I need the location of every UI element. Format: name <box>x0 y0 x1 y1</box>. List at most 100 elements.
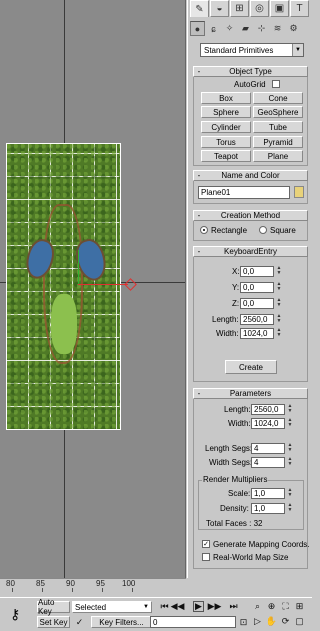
sphere-button[interactable]: Sphere <box>201 106 251 118</box>
rectangle-label: Rectangle <box>211 226 248 235</box>
arc-rotate-icon[interactable]: ⟳ <box>280 616 291 627</box>
render-multipliers-label: Render Multipliers <box>202 475 269 484</box>
teapot-button[interactable]: Teapot <box>201 150 251 162</box>
length-segs-label: Length Segs: <box>205 444 253 453</box>
set-key-button[interactable]: Set Key <box>37 616 70 628</box>
gizmo-y-axis[interactable] <box>78 250 79 284</box>
zoom-extents-icon[interactable]: ⛶ <box>280 601 291 612</box>
cone-button[interactable]: Cone <box>253 92 303 104</box>
shapes-icon[interactable]: ɕ <box>206 21 221 36</box>
zoom-icon[interactable]: ⌕ <box>252 601 263 612</box>
auto-key-button[interactable]: Auto Key <box>37 598 70 616</box>
next-frame-icon[interactable]: ▶▶ <box>208 601 222 612</box>
helpers-icon[interactable]: ⊹ <box>254 21 269 36</box>
display-tab-icon[interactable]: ▣ <box>270 0 289 17</box>
category-value: Standard Primitives <box>204 45 274 55</box>
width-segs-input[interactable]: 4 <box>251 457 285 468</box>
time-config-icon[interactable]: ⊡ <box>238 617 249 628</box>
density-input[interactable]: 1,0 <box>251 503 285 514</box>
keyboard-entry-rollout-header[interactable]: - KeyboardEntry <box>193 246 308 257</box>
ke-width-input[interactable]: 1024,0 <box>240 328 274 339</box>
zoom-extents-all-icon[interactable]: ⊞ <box>294 601 305 612</box>
field-of-view-icon[interactable]: ▷ <box>252 616 263 627</box>
previous-frame-icon[interactable]: ◀◀ <box>171 601 185 612</box>
geometry-icon[interactable]: ● <box>190 21 205 36</box>
pan-hand-icon[interactable]: ✋ <box>266 616 277 627</box>
x-input[interactable]: 0,0 <box>240 266 274 277</box>
cameras-icon[interactable]: ▰ <box>238 21 253 36</box>
plane-button[interactable]: Plane <box>253 150 303 162</box>
geosphere-button[interactable]: GeoSphere <box>253 106 303 118</box>
object-name-input[interactable]: Plane01 <box>198 186 290 199</box>
pyramid-button[interactable]: Pyramid <box>253 136 303 148</box>
length-segs-input[interactable]: 4 <box>251 443 285 454</box>
z-spinner-icon[interactable]: ▲ ▼ <box>276 298 282 309</box>
collapse-icon: - <box>197 389 201 398</box>
y-input[interactable]: 0,0 <box>240 282 274 293</box>
utilities-tab-icon[interactable]: T <box>290 0 309 17</box>
scale-input[interactable]: 1,0 <box>251 488 285 499</box>
gizmo-handle[interactable] <box>124 278 137 291</box>
key-icon[interactable]: ⚷ <box>10 606 20 623</box>
ke-length-label: Length: <box>212 315 239 324</box>
object-type-rollout-header[interactable]: - Object Type <box>193 66 308 77</box>
width-segs-spinner-icon[interactable]: ▲ ▼ <box>287 457 293 468</box>
space-warps-icon[interactable]: ≋ <box>270 21 285 36</box>
ke-length-input[interactable]: 2560,0 <box>240 314 274 325</box>
plane-object[interactable] <box>6 143 121 430</box>
perspective-viewport[interactable] <box>0 0 186 578</box>
chevron-down-icon[interactable]: ▼ <box>292 44 303 56</box>
go-to-end-icon[interactable]: ⏭ <box>228 601 239 612</box>
density-spinner-icon[interactable]: ▲ ▼ <box>287 503 293 514</box>
box-button[interactable]: Box <box>201 92 251 104</box>
name-color-rollout-header[interactable]: - Name and Color <box>193 170 308 181</box>
gizmo-x-axis[interactable] <box>78 284 128 285</box>
lights-icon[interactable]: ✧ <box>222 21 237 36</box>
x-spinner-icon[interactable]: ▲ ▼ <box>276 266 282 277</box>
generate-mapping-checkbox[interactable]: ✓ <box>202 540 210 548</box>
systems-icon[interactable]: ⚙ <box>286 21 301 36</box>
current-frame-input[interactable]: 0 <box>150 616 236 628</box>
creation-method-group: Rectangle Square <box>193 221 308 241</box>
torus-button[interactable]: Torus <box>201 136 251 148</box>
tube-button[interactable]: Tube <box>253 121 303 133</box>
parameters-rollout-header[interactable]: - Parameters <box>193 388 308 399</box>
key-filters-button[interactable]: Key Filters... <box>91 616 152 628</box>
category-dropdown[interactable]: Standard Primitives ▼ <box>200 43 304 57</box>
creation-method-rollout-header[interactable]: - Creation Method <box>193 210 308 221</box>
cylinder-button[interactable]: Cylinder <box>201 121 251 133</box>
width-spinner-icon[interactable]: ▲ ▼ <box>287 418 293 429</box>
zoom-all-icon[interactable]: ⊕ <box>266 601 277 612</box>
y-spinner-icon[interactable]: ▲ ▼ <box>276 282 282 293</box>
go-to-start-icon[interactable]: ⏮ <box>159 601 170 612</box>
selection-set-value: Selected <box>75 602 107 612</box>
scale-spinner-icon[interactable]: ▲ ▼ <box>287 488 293 499</box>
real-world-checkbox[interactable] <box>202 553 210 561</box>
autogrid-checkbox[interactable] <box>272 80 280 88</box>
key-tangents-icon[interactable]: ✓ <box>74 617 85 628</box>
width-input[interactable]: 1024,0 <box>251 418 285 429</box>
modify-tab-icon[interactable]: ◒ <box>210 0 229 17</box>
rectangle-radio[interactable] <box>200 226 208 234</box>
autogrid-label: AutoGrid <box>234 80 266 89</box>
square-radio[interactable] <box>259 226 267 234</box>
create-tab-icon[interactable]: ✎ <box>190 0 209 17</box>
creation-method-title: Creation Method <box>220 211 281 220</box>
maximize-viewport-icon[interactable]: ▢ <box>294 616 305 627</box>
collapse-icon: - <box>197 211 201 220</box>
name-color-title: Name and Color <box>221 171 280 180</box>
z-input[interactable]: 0,0 <box>240 298 274 309</box>
timeline[interactable]: 80 85 90 95 100 <box>0 578 186 597</box>
create-button[interactable]: Create <box>225 360 277 374</box>
play-icon[interactable]: ▶ <box>193 601 204 612</box>
ke-width-spinner-icon[interactable]: ▲ ▼ <box>276 328 282 339</box>
tick-label: 95 <box>96 579 105 588</box>
object-color-swatch[interactable] <box>294 186 304 198</box>
motion-tab-icon[interactable]: ◎ <box>250 0 269 17</box>
length-segs-spinner-icon[interactable]: ▲ ▼ <box>287 443 293 454</box>
length-spinner-icon[interactable]: ▲ ▼ <box>287 404 293 415</box>
selection-set-dropdown[interactable]: Selected ▼ <box>72 601 152 613</box>
hierarchy-tab-icon[interactable]: ⊞ <box>230 0 249 17</box>
ke-length-spinner-icon[interactable]: ▲ ▼ <box>276 314 282 325</box>
length-input[interactable]: 2560,0 <box>251 404 285 415</box>
